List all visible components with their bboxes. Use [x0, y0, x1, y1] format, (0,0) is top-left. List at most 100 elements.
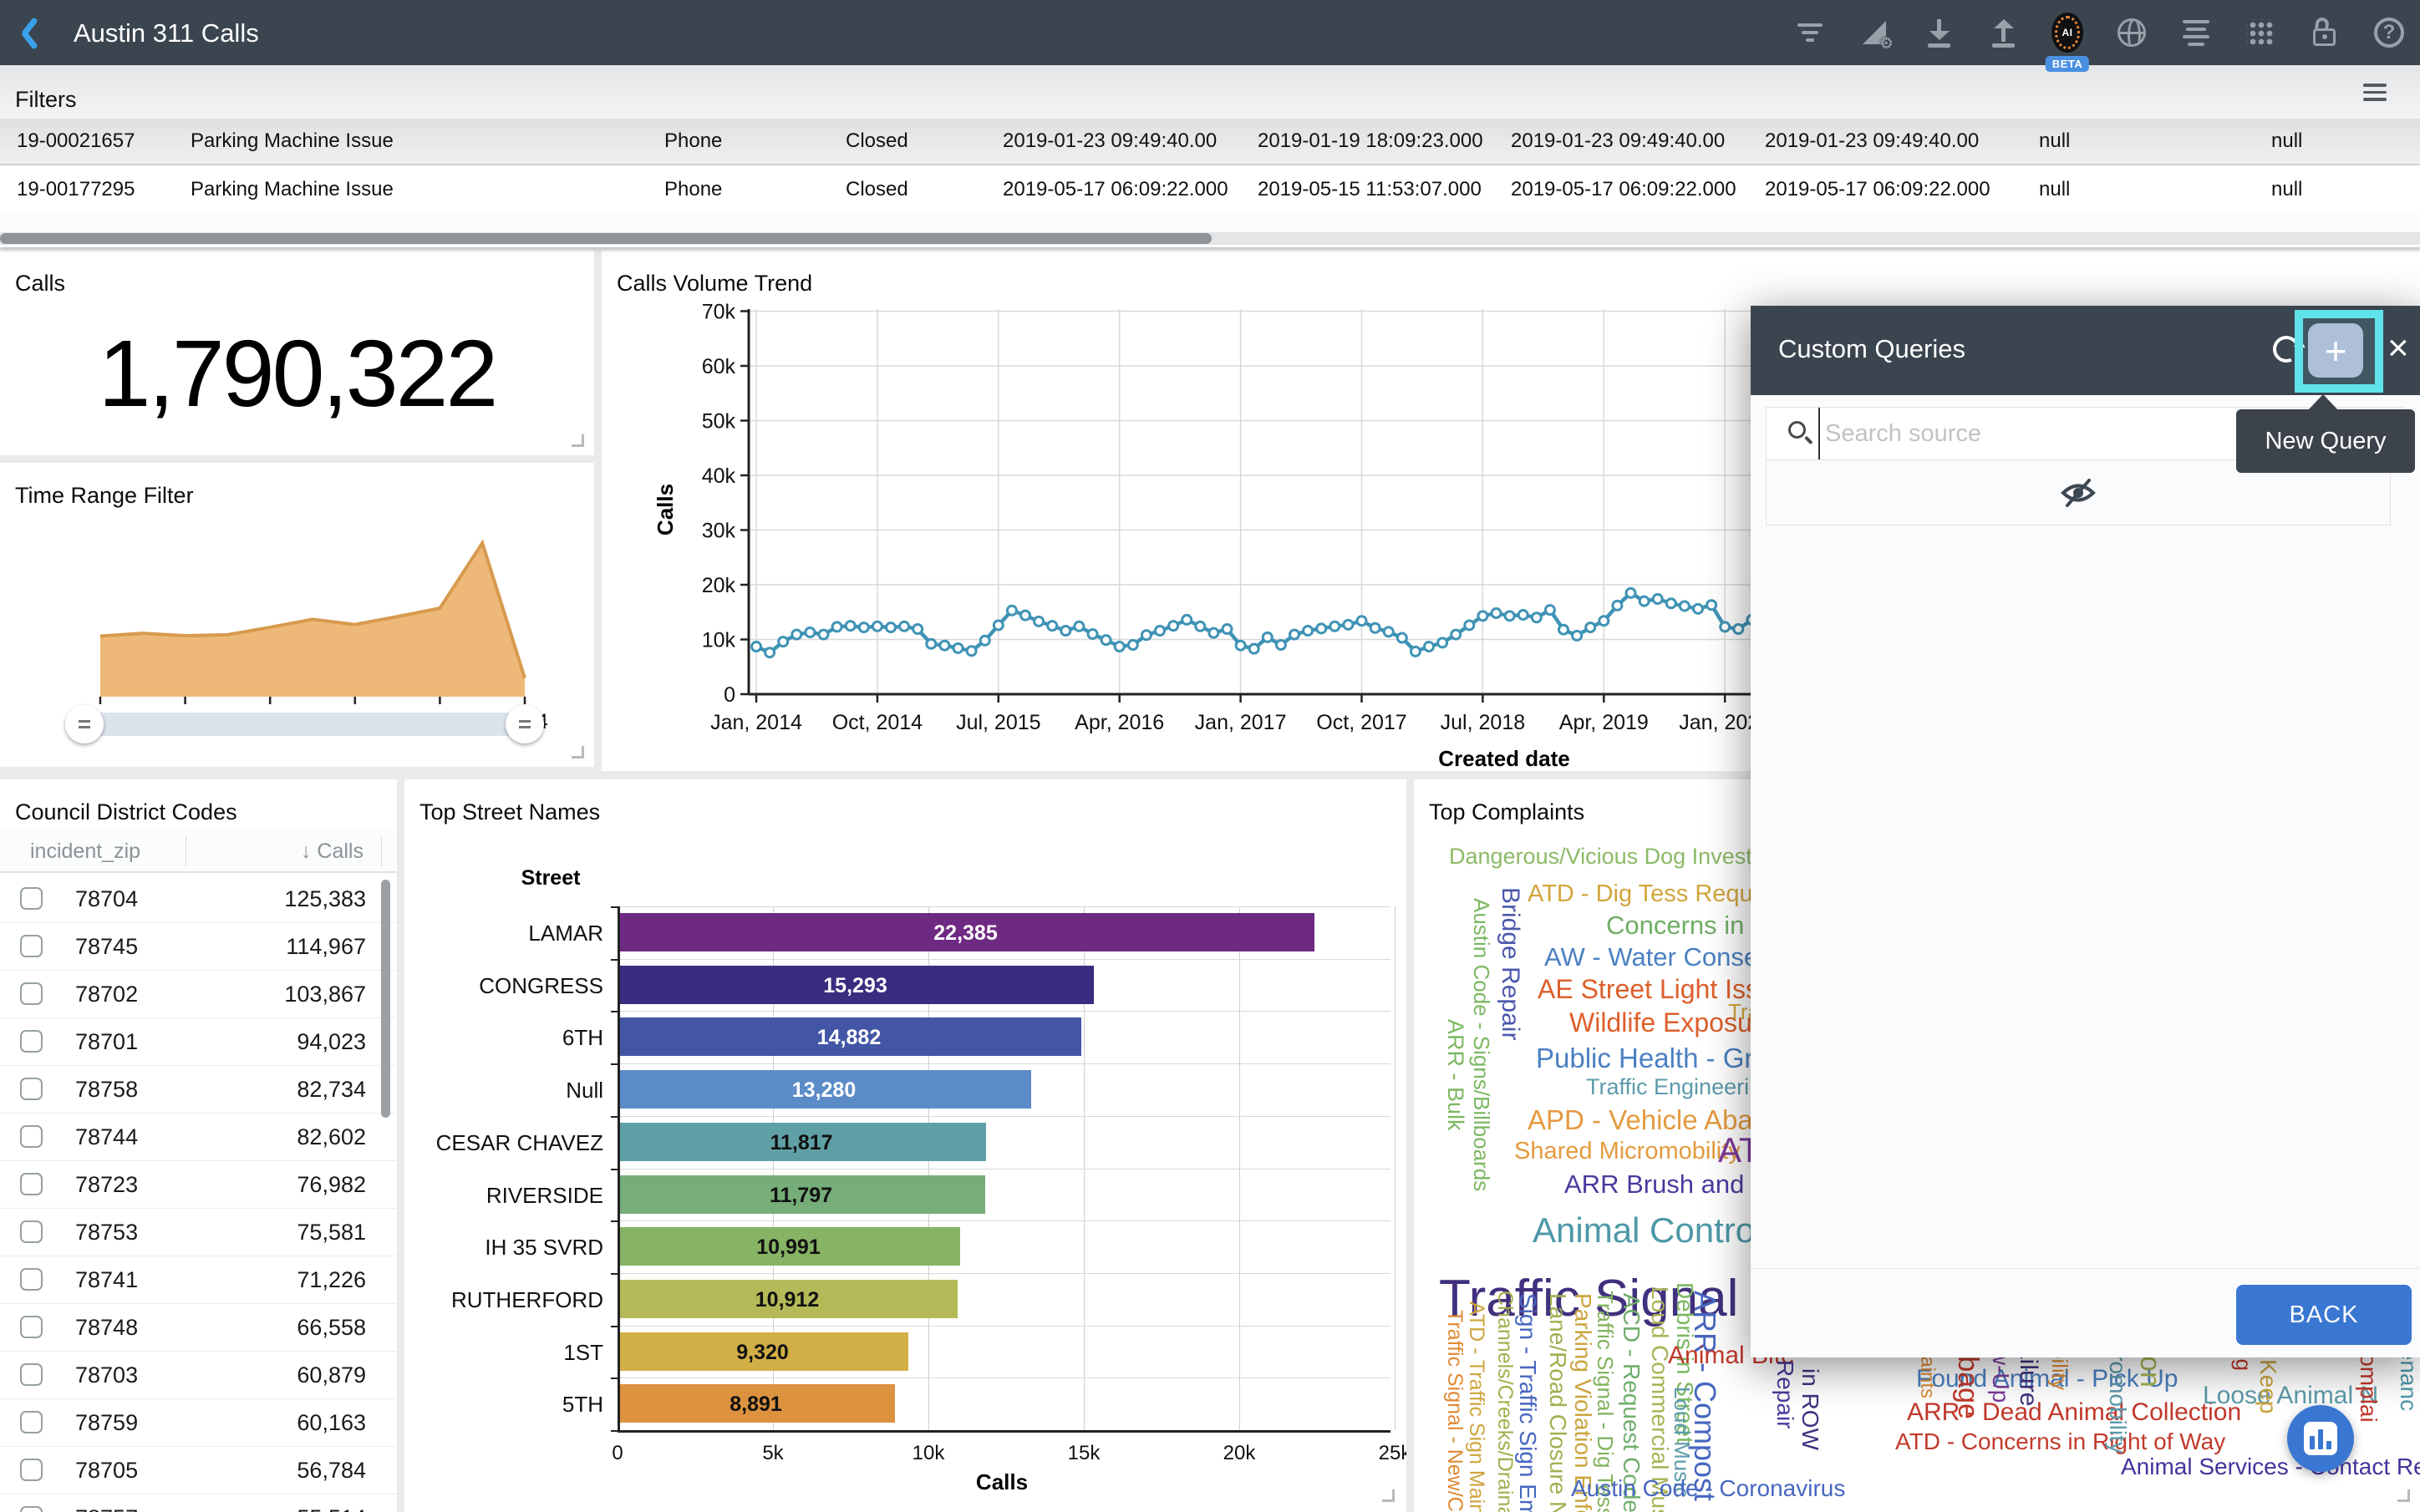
lock-icon[interactable]	[2309, 17, 2341, 48]
close-icon[interactable]: ×	[2387, 327, 2409, 369]
resize-handle-icon[interactable]	[1382, 1489, 1395, 1502]
slider-handle-left[interactable]	[65, 705, 104, 743]
council-row[interactable]: 78748 66,558	[0, 1304, 397, 1352]
calls-value: 60,163	[297, 1410, 366, 1436]
row-checkbox[interactable]	[20, 935, 43, 957]
council-row[interactable]: 7875375,581	[0, 1209, 397, 1256]
globe-icon[interactable]	[2116, 17, 2148, 48]
back-button[interactable]: BACK	[2236, 1285, 2412, 1345]
zip-value: 78702	[75, 982, 138, 1007]
complaint-word[interactable]: Austin Code - Signs/Billboards	[1471, 898, 1492, 1191]
list-lines-icon[interactable]	[2180, 17, 2212, 48]
council-row[interactable]: 7875755,514	[0, 1494, 397, 1512]
council-row[interactable]: 78702 103,867	[0, 971, 397, 1018]
complaint-word[interactable]: Animal Services - Contact Request	[2121, 1455, 2420, 1479]
zip-value: 78741	[75, 1267, 138, 1293]
calls-value: 55,514	[297, 1505, 366, 1512]
row-checkbox[interactable]	[20, 887, 43, 910]
complaint-word[interactable]: ATD - Dig Tess Request	[1528, 882, 1785, 906]
complaint-word[interactable]: Repair	[1773, 1360, 1797, 1428]
complaint-word[interactable]: ATD - Traffic Sign Maintenance	[1466, 1301, 1487, 1512]
street-category-label: IH 35 SVRD	[411, 1235, 603, 1261]
filter-cell: 2019-05-17 06:09:22.000	[1765, 167, 1990, 212]
filter-icon[interactable]	[1794, 17, 1826, 48]
row-checkbox[interactable]	[20, 1030, 43, 1053]
download-icon[interactable]	[1923, 17, 1955, 48]
row-checkbox[interactable]	[20, 1316, 43, 1338]
row-checkbox[interactable]	[20, 1220, 43, 1243]
slider-handle-right[interactable]	[506, 705, 544, 743]
time-range-area-chart[interactable]: 201420162018202020222024	[0, 496, 594, 738]
filter-cell: null	[2271, 119, 2302, 164]
complaint-word[interactable]: Austin Code - Coronavirus	[1571, 1477, 1845, 1500]
row-checkbox[interactable]	[20, 1411, 43, 1433]
council-row[interactable]: 7874171,226	[0, 1256, 397, 1304]
filter-cell: null	[2039, 167, 2070, 212]
filter-table-row[interactable]: 19-00021657Parking Machine IssuePhoneClo…	[0, 119, 2420, 164]
filters-menu-icon[interactable]	[2363, 84, 2387, 101]
filter-table-row[interactable]: 19-00177295Parking Machine IssuePhoneClo…	[0, 167, 2420, 212]
chart-fab-button[interactable]	[2287, 1405, 2354, 1472]
complaint-word[interactable]: ARR - Bulk	[1444, 1019, 1467, 1131]
svg-text:20k: 20k	[702, 574, 736, 597]
filter-cell: null	[2271, 167, 2302, 212]
row-checkbox[interactable]	[20, 1459, 43, 1481]
complaint-word[interactable]: Sign - Traffic Sign Emergency	[1516, 1293, 1539, 1512]
resize-handle-icon[interactable]	[572, 746, 584, 759]
complaint-word[interactable]: in ROW	[1798, 1368, 1822, 1450]
calls-value: 103,867	[284, 982, 366, 1007]
zip-value: 78748	[75, 1315, 138, 1341]
complaint-word[interactable]: Bridge Repair	[1497, 887, 1523, 1040]
zip-value: 78745	[75, 934, 138, 960]
filters-hscrollbar[interactable]	[0, 232, 2420, 245]
help-icon[interactable]: ?	[2373, 17, 2405, 48]
complaint-word[interactable]: Channels/Creeks/Drainage Easement	[1494, 1291, 1515, 1512]
council-title: Council District Codes	[15, 799, 237, 825]
complaint-word[interactable]: Traffic Signal - New/Change	[1444, 1310, 1465, 1512]
council-row[interactable]: 78704125,383	[0, 875, 397, 923]
council-col-zip[interactable]: incident_zip	[30, 840, 140, 864]
filter-cell: 2019-05-17 06:09:22.000	[1511, 167, 1736, 212]
street-bar-value: 15,293	[618, 974, 1093, 998]
complaint-word[interactable]: laints	[1917, 1352, 1937, 1398]
council-col-calls[interactable]: ↓ Calls	[301, 840, 364, 864]
svg-text:Apr, 2019: Apr, 2019	[1559, 711, 1649, 734]
row-checkbox[interactable]	[20, 1363, 43, 1386]
street-axis-header: Street	[488, 866, 613, 890]
council-row[interactable]: 7874482,602	[0, 1114, 397, 1161]
filter-cell: 19-00177295	[17, 167, 135, 212]
filters-hscrollbar-thumb[interactable]	[0, 233, 1212, 244]
complaint-word[interactable]: rbage	[1954, 1347, 1982, 1419]
back-icon[interactable]	[20, 17, 45, 48]
row-checkbox[interactable]	[20, 1078, 43, 1100]
calls-value: 75,581	[297, 1220, 366, 1246]
row-checkbox[interactable]	[20, 982, 43, 1005]
council-row[interactable]: 7875960,163	[0, 1399, 397, 1447]
council-row[interactable]: 78745114,967	[0, 923, 397, 971]
council-scrollbar-thumb[interactable]	[381, 880, 390, 1118]
council-row[interactable]: 7870194,023	[0, 1018, 397, 1066]
complaint-word[interactable]: ATD - Concerns in Right of Way	[1895, 1430, 2225, 1454]
calls-value: 56,784	[297, 1458, 366, 1484]
council-row[interactable]: 7870556,784	[0, 1447, 397, 1494]
upload-icon[interactable]	[1987, 17, 2019, 48]
resize-handle-icon[interactable]	[572, 434, 584, 447]
row-checkbox[interactable]	[20, 1506, 43, 1512]
complaint-word[interactable]: Lane/Road Closure Notification	[1546, 1293, 1569, 1512]
calls-value: 66,558	[297, 1315, 366, 1341]
ruler-settings-icon[interactable]: ⚙	[1858, 17, 1890, 48]
svg-text:50k: 50k	[702, 410, 736, 434]
council-row[interactable]: 7875882,734	[0, 1066, 397, 1114]
complaint-word[interactable]: Loose Animal N	[2203, 1383, 2378, 1408]
row-checkbox[interactable]	[20, 1173, 43, 1195]
row-checkbox[interactable]	[20, 1125, 43, 1148]
resize-handle-icon[interactable]	[2397, 1489, 2410, 1502]
row-checkbox[interactable]	[20, 1268, 43, 1291]
complaint-word[interactable]: Shared Micromobility	[1514, 1139, 1741, 1164]
new-query-button[interactable]: +	[2308, 323, 2363, 378]
ai-assistant-icon[interactable]: AIBETA	[2051, 17, 2083, 48]
grid-dots-icon[interactable]	[2245, 17, 2276, 48]
council-row[interactable]: 7870360,879	[0, 1352, 397, 1399]
time-range-slider-track[interactable]	[84, 713, 525, 736]
council-row[interactable]: 7872376,982	[0, 1161, 397, 1209]
